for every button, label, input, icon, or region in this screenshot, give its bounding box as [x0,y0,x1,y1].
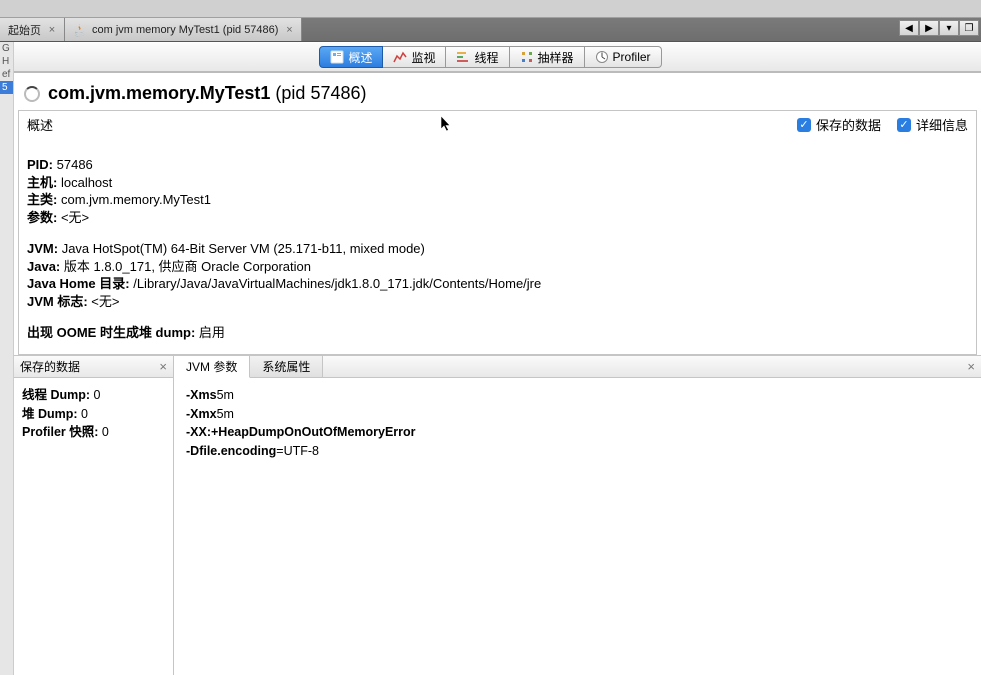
heading-class: com.jvm.memory.MyTest1 [48,83,270,103]
pid-value: 57486 [57,157,93,172]
gutter-text: H [0,55,13,68]
jvmflags-value: <无> [91,294,119,309]
saved-data-title: 保存的数据 [20,358,80,375]
host-value: localhost [61,175,112,190]
args-value: <无> [61,210,89,225]
checkbox-label: 保存的数据 [816,115,881,134]
jvm-arg-value: 5m [217,407,234,421]
page-heading: com.jvm.memory.MyTest1 (pid 57486) [14,73,981,110]
window-dropdown-button[interactable]: ▾ [939,20,959,36]
pid-label: PID: [27,157,53,172]
jvm-arg-value: 5m [217,388,234,402]
tab-label: JVM 参数 [186,358,237,375]
segbtn-label: 监视 [411,49,435,66]
detail-checkbox[interactable]: ✓ 详细信息 [897,115,968,134]
page-title: com.jvm.memory.MyTest1 (pid 57486) [48,83,367,104]
tab-start-page[interactable]: 起始页 × [0,18,65,41]
profiler-snap-value: 0 [102,425,109,439]
args-label: 参数: [27,210,57,225]
checkbox-label: 详细信息 [916,115,968,134]
saved-data-header: 保存的数据 × [14,356,173,378]
window-maximize-button[interactable]: ❐ [959,20,979,36]
left-gutter: G H ef 5 [0,42,14,675]
view-segmented-control: 概述 监视 线程 抽样器 [319,46,661,68]
close-icon[interactable]: × [967,359,975,374]
view-toolbar: 概述 监视 线程 抽样器 [0,42,981,72]
segbtn-label: Profiler [613,50,651,64]
window-prev-button[interactable]: ◀ [899,20,919,36]
close-icon[interactable]: × [159,359,167,374]
close-icon[interactable]: × [283,24,295,36]
profiler-icon [595,50,609,64]
jvm-label: JVM: [27,241,58,256]
oome-label: 出现 OOME 时生成堆 dump: [27,325,195,340]
jvm-arg: -Dfile.encoding [186,444,276,458]
javahome-label: Java Home 目录: [27,276,130,291]
window-controls: ◀ ▶ ▾ ❐ [899,20,979,36]
window-topbar [0,0,981,18]
params-panel: JVM 参数 系统属性 × -Xms5m -Xmx5m -XX:+HeapDum… [174,356,981,675]
tab-jvm-args[interactable]: JVM 参数 [174,356,250,378]
tab-label: 起始页 [8,22,41,38]
host-label: 主机: [27,175,57,190]
profiler-snap-label: Profiler 快照: [22,425,98,439]
tab-system-properties[interactable]: 系统属性 [250,356,323,377]
jvm-arg: -XX:+HeapDumpOnOutOfMemoryError [186,425,416,439]
close-icon[interactable]: × [46,24,58,36]
info-block: PID: 57486 主机: localhost 主类: com.jvm.mem… [19,138,976,354]
jvm-arg: -Xmx [186,407,217,421]
tab-profiler[interactable]: Profiler [585,46,662,68]
tab-process[interactable]: com jvm memory MyTest1 (pid 57486) × [65,18,302,41]
tab-monitor[interactable]: 监视 [383,46,446,68]
content-area: com.jvm.memory.MyTest1 (pid 57486) 概述 ✓ … [14,72,981,675]
segbtn-label: 线程 [474,49,498,66]
tab-threads[interactable]: 线程 [446,46,509,68]
thread-dump-label: 线程 Dump: [22,388,90,402]
heading-pid: (pid 57486) [270,83,366,103]
jvm-arg: -Xms [186,388,217,402]
mainclass-label: 主类: [27,192,57,207]
saved-data-checkbox[interactable]: ✓ 保存的数据 [797,115,881,134]
checkmark-icon: ✓ [897,118,911,132]
bottom-panels: 保存的数据 × 线程 Dump: 0 堆 Dump: 0 Profiler 快照… [14,355,981,675]
java-value: 版本 1.8.0_171, 供应商 Oracle Corporation [64,259,311,274]
overview-title: 概述 [27,115,53,134]
gutter-text: ef [0,68,13,81]
monitor-icon [393,50,407,64]
javahome-value: /Library/Java/JavaVirtualMachines/jdk1.8… [133,276,541,291]
jvm-arg-value: =UTF-8 [276,444,319,458]
document-tabstrip: 起始页 × com jvm memory MyTest1 (pid 57486)… [0,18,981,42]
jvm-value: Java HotSpot(TM) 64-Bit Server VM (25.17… [62,241,425,256]
params-tabstrip: JVM 参数 系统属性 × [174,356,981,378]
jvm-args-body: -Xms5m -Xmx5m -XX:+HeapDumpOnOutOfMemory… [174,378,981,469]
sampler-icon [520,50,534,64]
tab-overview[interactable]: 概述 [319,46,383,68]
overview-icon [330,50,344,64]
overview-header: 概述 ✓ 保存的数据 ✓ 详细信息 [19,111,976,138]
tab-sampler[interactable]: 抽样器 [510,46,585,68]
segbtn-label: 抽样器 [538,49,574,66]
overview-panel: 概述 ✓ 保存的数据 ✓ 详细信息 PID: 57486 主机: localho… [18,110,977,355]
loading-spinner-icon [24,86,40,102]
thread-dump-value: 0 [94,388,101,402]
checkmark-icon: ✓ [797,118,811,132]
window-next-button[interactable]: ▶ [919,20,939,36]
java-icon [73,23,87,37]
heap-dump-value: 0 [81,407,88,421]
gutter-text: G [0,42,13,55]
java-label: Java: [27,259,60,274]
threads-icon [456,50,470,64]
oome-value: 启用 [199,325,225,340]
tab-label: 系统属性 [262,358,310,375]
saved-data-panel: 保存的数据 × 线程 Dump: 0 堆 Dump: 0 Profiler 快照… [14,356,174,675]
gutter-text: 5 [0,81,13,94]
heap-dump-label: 堆 Dump: [22,407,78,421]
mainclass-value: com.jvm.memory.MyTest1 [61,192,211,207]
tab-label: com jvm memory MyTest1 (pid 57486) [92,24,278,36]
jvmflags-label: JVM 标志: [27,294,88,309]
saved-data-body: 线程 Dump: 0 堆 Dump: 0 Profiler 快照: 0 [14,378,173,450]
segbtn-label: 概述 [348,49,372,66]
